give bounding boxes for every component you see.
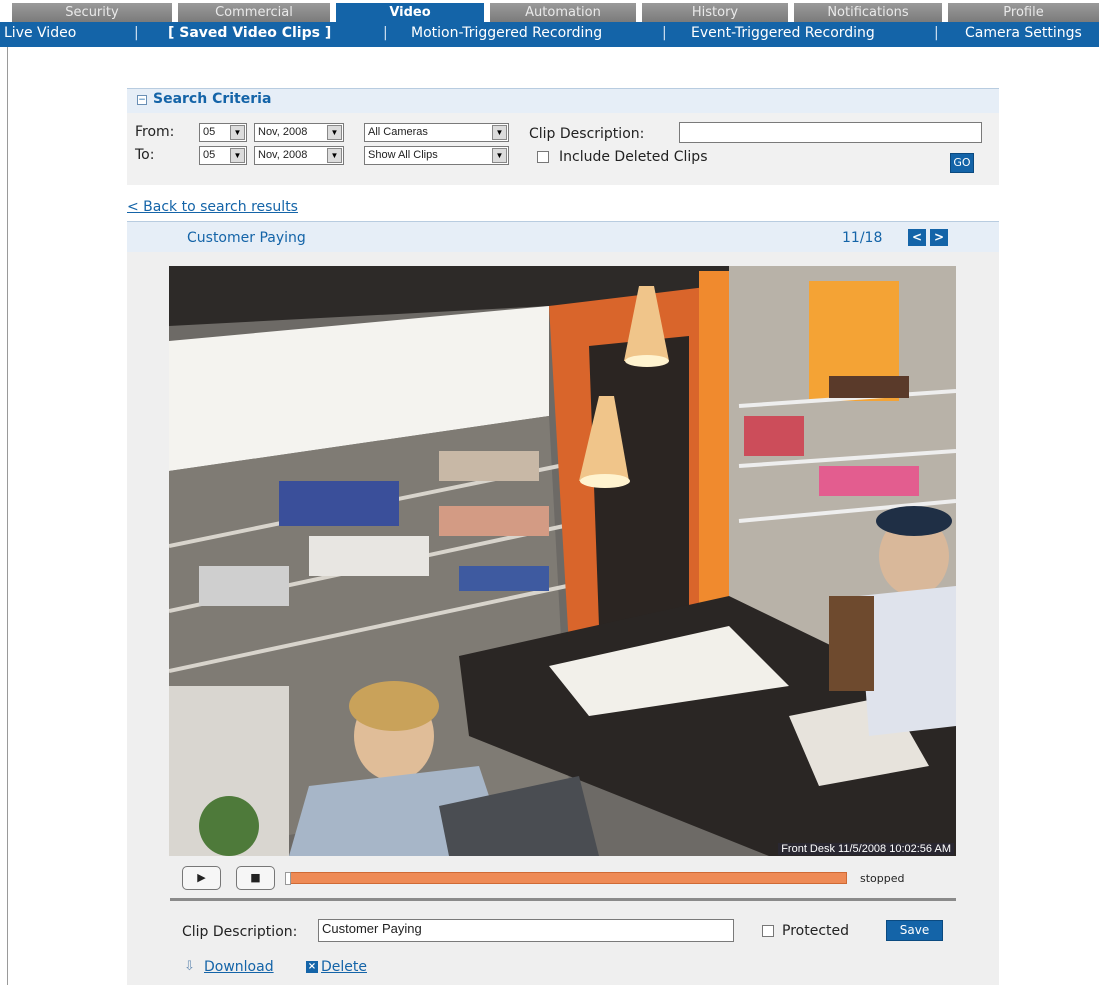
stop-icon: ■ [250, 871, 261, 884]
clip-filter-select[interactable]: Show All Clips ▼ [364, 146, 509, 165]
save-button[interactable]: Save [886, 920, 943, 941]
tab-automation[interactable]: Automation [490, 3, 636, 22]
from-label: From: [135, 124, 175, 140]
to-month-select[interactable]: Nov, 2008 ▼ [254, 146, 344, 165]
progress-handle[interactable] [285, 872, 291, 885]
video-timestamp: Front Desk 11/5/2008 10:02:56 AM [778, 843, 954, 855]
subnav-separator: | [134, 25, 139, 41]
play-button[interactable]: ▶ [182, 866, 221, 890]
chevron-down-icon: ▼ [327, 125, 342, 140]
subnav-separator: | [383, 25, 388, 41]
tab-video[interactable]: Video [336, 3, 484, 22]
clip-counter: 11/18 [842, 230, 883, 246]
playback-progress-bar[interactable] [285, 872, 847, 885]
stop-button[interactable]: ■ [236, 866, 275, 890]
chevron-down-icon: ▼ [492, 148, 507, 163]
from-month-select[interactable]: Nov, 2008 ▼ [254, 123, 344, 142]
tab-profile[interactable]: Profile [948, 3, 1099, 22]
search-criteria-title: Search Criteria [153, 91, 272, 107]
clip-title: Customer Paying [187, 230, 306, 246]
to-month-value: Nov, 2008 [258, 149, 308, 161]
from-month-value: Nov, 2008 [258, 126, 308, 138]
chevron-down-icon: ▼ [492, 125, 507, 140]
camera-select[interactable]: All Cameras ▼ [364, 123, 509, 142]
camera-value: All Cameras [368, 126, 428, 138]
clip-description-search-input[interactable] [679, 122, 982, 143]
protected-checkbox[interactable] [762, 925, 774, 937]
include-deleted-checkbox[interactable] [537, 151, 549, 163]
main-tab-bar: Security Commercial Video Automation His… [0, 0, 1099, 22]
from-day-select[interactable]: 05 ▼ [199, 123, 247, 142]
tab-history[interactable]: History [642, 3, 788, 22]
chevron-down-icon: ▼ [230, 125, 245, 140]
subnav-separator: | [662, 25, 667, 41]
download-link[interactable]: Download [204, 959, 274, 975]
next-clip-button[interactable]: > [930, 229, 948, 246]
clip-filter-value: Show All Clips [368, 149, 438, 161]
subnav-event-triggered-recording[interactable]: Event-Triggered Recording [691, 25, 875, 41]
search-criteria-header[interactable]: − Search Criteria [127, 89, 999, 113]
collapse-icon[interactable]: − [137, 95, 147, 105]
clip-description-input[interactable]: Customer Paying [318, 919, 734, 942]
download-icon: ⇩ [184, 959, 195, 974]
clip-description-label: Clip Description: [182, 924, 298, 940]
play-icon: ▶ [197, 871, 206, 884]
playback-status: stopped [860, 872, 905, 885]
subnav-motion-triggered-recording[interactable]: Motion-Triggered Recording [411, 25, 602, 41]
controls-divider [170, 898, 956, 901]
to-day-select[interactable]: 05 ▼ [199, 146, 247, 165]
go-button[interactable]: GO [950, 153, 974, 173]
tab-notifications[interactable]: Notifications [794, 3, 942, 22]
to-label: To: [135, 147, 155, 163]
tab-security[interactable]: Security [12, 3, 172, 22]
include-deleted-label: Include Deleted Clips [559, 149, 708, 165]
clip-header: Customer Paying 11/18 < > [127, 221, 999, 252]
video-player[interactable]: Front Desk 11/5/2008 10:02:56 AM [169, 266, 956, 856]
video-frame-image [169, 266, 956, 856]
delete-link[interactable]: Delete [321, 959, 367, 975]
subnav-camera-settings[interactable]: Camera Settings [965, 25, 1082, 41]
subnav-live-video[interactable]: Live Video [4, 25, 76, 41]
clip-description-label: Clip Description: [529, 126, 645, 142]
chevron-down-icon: ▼ [327, 148, 342, 163]
tab-commercial[interactable]: Commercial [178, 3, 330, 22]
protected-label: Protected [782, 923, 849, 939]
previous-clip-button[interactable]: < [908, 229, 926, 246]
page-left-border [7, 47, 8, 985]
subnav-saved-video-clips[interactable]: [ Saved Video Clips ] [168, 25, 331, 41]
delete-icon: × [306, 961, 318, 973]
subnav-separator: | [934, 25, 939, 41]
search-criteria-panel: − Search Criteria From: To: 05 ▼ Nov, 20… [127, 88, 999, 185]
video-subnav: Live Video | [ Saved Video Clips ] | Mot… [0, 22, 1099, 47]
chevron-down-icon: ▼ [230, 148, 245, 163]
to-day-value: 05 [203, 149, 216, 161]
back-to-search-results-link[interactable]: < Back to search results [127, 199, 298, 215]
from-day-value: 05 [203, 126, 216, 138]
